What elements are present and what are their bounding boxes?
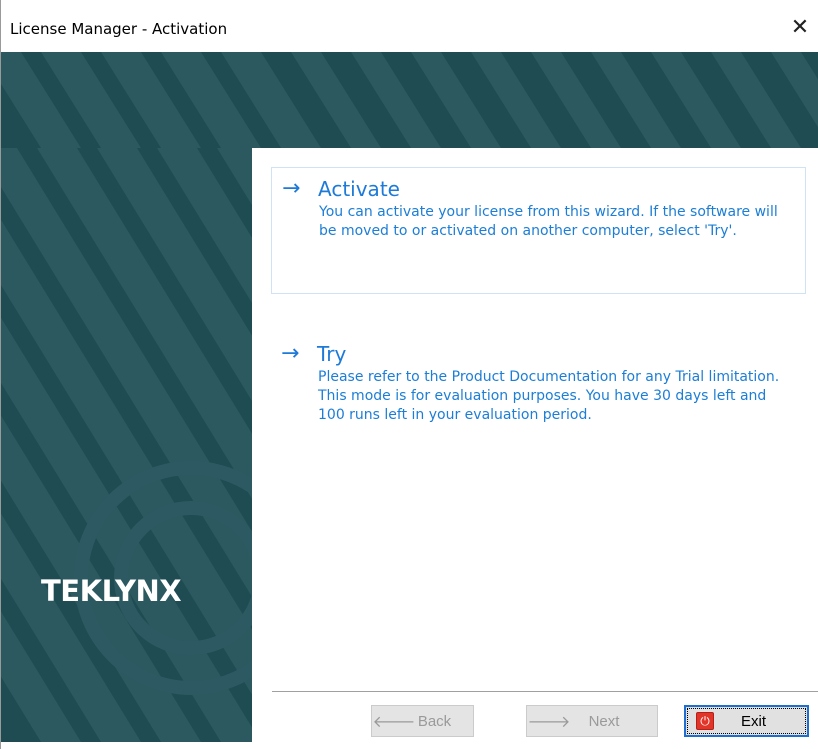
exit-label: Exit: [740, 712, 766, 730]
footer-divider: [272, 691, 818, 692]
stripe-pattern-side: [1, 148, 252, 742]
try-header: → Try: [281, 341, 794, 367]
license-manager-window: License Manager - Activation ✕ TEKLYNX →…: [0, 0, 818, 749]
activate-option[interactable]: → Activate You can activate your license…: [271, 167, 806, 294]
close-icon[interactable]: ✕: [783, 13, 817, 43]
power-icon: ⏻: [696, 712, 714, 730]
header-banner: [1, 52, 818, 148]
title-bar: License Manager - Activation ✕: [1, 0, 818, 52]
back-label: Back: [417, 712, 452, 730]
side-banner: TEKLYNX: [1, 148, 252, 742]
stripe-pattern: [1, 52, 818, 148]
activate-title: Activate: [318, 177, 400, 201]
arrow-right-icon: →: [281, 341, 300, 366]
try-option[interactable]: → Try Please refer to the Product Docume…: [271, 333, 806, 443]
main-content: → Activate You can activate your license…: [252, 148, 818, 749]
next-label: Next: [588, 712, 620, 730]
arrow-left-icon: 🡐: [372, 713, 416, 731]
try-title: Try: [317, 342, 347, 366]
arrow-right-icon: →: [282, 176, 301, 201]
activate-header: → Activate: [282, 176, 793, 202]
activate-description: You can activate your license from this …: [319, 204, 778, 239]
try-description: Please refer to the Product Documentatio…: [318, 369, 780, 423]
teklynx-logo: TEKLYNX: [41, 574, 182, 608]
next-button[interactable]: 🡒 Next: [526, 705, 658, 737]
window-title: License Manager - Activation: [10, 20, 228, 38]
exit-button[interactable]: ⏻ Exit: [684, 705, 809, 737]
back-button[interactable]: 🡐 Back: [371, 705, 474, 737]
arrow-right-icon: 🡒: [527, 713, 571, 731]
